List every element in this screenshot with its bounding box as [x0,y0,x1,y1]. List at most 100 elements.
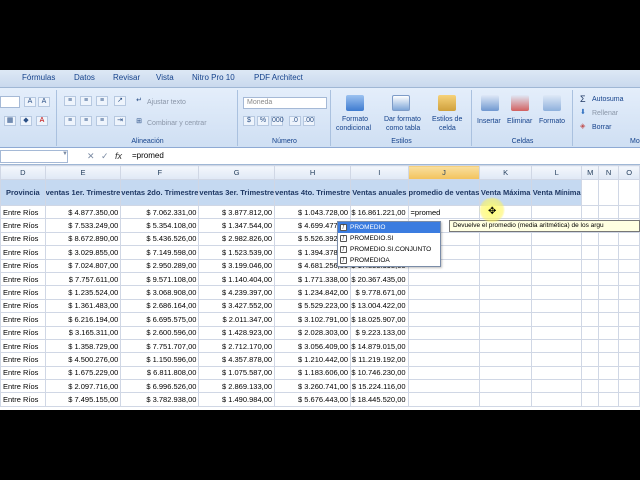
quarter-sales-cell[interactable]: $ 1.358.729,00 [44,338,122,354]
empty-cell[interactable] [581,312,600,327]
quarter-sales-cell[interactable]: $ 1.490.984,00 [198,392,276,407]
empty-cell[interactable] [581,231,600,247]
quarter-sales-cell[interactable]: $ 2.950.289,00 [120,258,200,273]
font-color-icon[interactable]: A [36,116,48,126]
empty-cell[interactable] [618,325,640,340]
empty-cell[interactable] [530,298,583,314]
empty-cell[interactable] [479,325,532,340]
empty-cell[interactable] [618,352,640,367]
clear-button[interactable]: Borrar [592,124,611,131]
quarter-sales-cell[interactable]: $ 1.183.606,00 [274,365,352,381]
wrap-text-button[interactable]: Ajustar texto [147,99,186,106]
empty-cell[interactable] [479,338,532,354]
tab-revisar[interactable]: Revisar [113,73,140,82]
quarter-sales-cell[interactable]: $ 1.347.544,00 [198,218,276,233]
conditional-format-label-1[interactable]: Formato [342,116,368,123]
fill-color-icon[interactable]: ◆ [20,116,32,126]
tab-pdf-architect[interactable]: PDF Architect [254,73,303,82]
column-header-k[interactable]: K [479,165,532,180]
borders-icon[interactable]: ▦ [4,116,16,126]
province-cell[interactable]: Entre Ríos [0,245,46,260]
empty-cell[interactable] [581,392,600,407]
empty-cell[interactable] [618,338,640,354]
quarter-sales-cell[interactable]: $ 8.672.890,00 [44,231,122,247]
empty-cell[interactable] [598,285,620,300]
annual-sales-cell[interactable]: $ 14.879.015,00 [350,338,409,354]
header-cell-j[interactable]: promedio de ventas [407,179,481,206]
currency-icon[interactable]: $ [243,116,255,126]
quarter-sales-cell[interactable]: $ 7.533.249,00 [44,218,122,233]
empty-cell[interactable] [581,258,600,273]
average-cell[interactable] [407,271,481,287]
annual-sales-cell[interactable]: $ 15.224.116,00 [350,379,409,394]
quarter-sales-cell[interactable]: $ 3.877.812,00 [198,204,276,220]
quarter-sales-cell[interactable]: $ 1.150.596,00 [120,352,200,367]
quarter-sales-cell[interactable]: $ 5.354.108,00 [120,218,200,233]
column-header-m[interactable]: M [581,165,600,180]
annual-sales-cell[interactable]: $ 10.746.230,00 [350,365,409,381]
quarter-sales-cell[interactable]: $ 1.771.338,00 [274,271,352,287]
quarter-sales-cell[interactable]: $ 7.495.155,00 [44,392,122,407]
tab-nitro[interactable]: Nitro Pro 10 [192,73,235,82]
format-table-label-1[interactable]: Dar formato [384,116,421,123]
quarter-sales-cell[interactable]: $ 2.686.164,00 [120,298,200,314]
empty-cell[interactable] [598,379,620,394]
active-edit-cell[interactable]: =promed [407,204,481,220]
empty-cell[interactable] [581,245,600,260]
delete-button[interactable]: Eliminar [507,118,532,125]
header-cell-d[interactable]: Provincia [0,179,46,206]
empty-cell[interactable] [618,258,640,273]
quarter-sales-cell[interactable]: $ 7.062.331,00 [120,204,200,220]
quarter-sales-cell[interactable]: $ 1.428.923,00 [198,325,276,340]
quarter-sales-cell[interactable]: $ 1.043.728,00 [274,204,352,220]
empty-cell[interactable] [581,338,600,354]
quarter-sales-cell[interactable]: $ 3.199.046,00 [198,258,276,273]
empty-cell[interactable] [530,325,583,340]
province-cell[interactable]: Entre Ríos [0,218,46,233]
province-cell[interactable]: Entre Ríos [0,352,46,367]
autocomplete-item-promedio-si[interactable]: ƒ PROMEDIO.SI [338,233,440,244]
conditional-format-label-2[interactable]: condicional [336,125,371,132]
province-cell[interactable]: Entre Ríos [0,298,46,314]
quarter-sales-cell[interactable]: $ 3.260.741,00 [274,379,352,394]
empty-cell[interactable] [530,392,583,407]
empty-cell[interactable] [618,179,640,206]
autosum-button[interactable]: Autosuma [592,96,624,103]
header-cell-l[interactable]: Venta Mínima [530,179,583,206]
confirm-entry-icon[interactable]: ✓ [101,151,109,162]
autocomplete-item-promedio[interactable]: ƒ PROMEDIO [338,222,440,233]
empty-cell[interactable] [581,179,600,206]
province-cell[interactable]: Entre Ríos [0,285,46,300]
quarter-sales-cell[interactable]: $ 2.600.596,00 [120,325,200,340]
empty-cell[interactable] [598,325,620,340]
province-cell[interactable]: Entre Ríos [0,204,46,220]
annual-sales-cell[interactable]: $ 18.025.907,00 [350,312,409,327]
cancel-entry-icon[interactable]: ✕ [87,151,95,162]
align-bottom-icon[interactable]: ≡ [96,96,108,106]
average-cell[interactable] [407,312,481,327]
quarter-sales-cell[interactable]: $ 3.782.938,00 [120,392,200,407]
quarter-sales-cell[interactable]: $ 4.500.276,00 [44,352,122,367]
percent-icon[interactable]: % [257,116,269,126]
quarter-sales-cell[interactable]: $ 2.869.133,00 [198,379,276,394]
worksheet-grid[interactable]: DEFGHIJKLMNO Provincia ventas 1er. Trimes… [0,165,640,410]
empty-cell[interactable] [618,231,640,247]
empty-cell[interactable] [598,392,620,407]
empty-cell[interactable] [581,325,600,340]
cell-styles-label-2[interactable]: celda [439,125,456,132]
quarter-sales-cell[interactable]: $ 2.982.826,00 [198,231,276,247]
quarter-sales-cell[interactable]: $ 2.011.347,00 [198,312,276,327]
province-cell[interactable]: Entre Ríos [0,392,46,407]
quarter-sales-cell[interactable]: $ 3.102.791,00 [274,312,352,327]
average-cell[interactable] [407,338,481,354]
quarter-sales-cell[interactable]: $ 7.757.611,00 [44,271,122,287]
quarter-sales-cell[interactable]: $ 2.028.303,00 [274,325,352,340]
province-cell[interactable]: Entre Ríos [0,271,46,287]
empty-cell[interactable] [598,298,620,314]
empty-cell[interactable] [479,231,532,247]
average-cell[interactable] [407,379,481,394]
empty-cell[interactable] [598,258,620,273]
align-left-icon[interactable]: ≡ [64,116,76,126]
format-button[interactable]: Formato [539,118,565,125]
quarter-sales-cell[interactable]: $ 1.075.587,00 [198,365,276,381]
